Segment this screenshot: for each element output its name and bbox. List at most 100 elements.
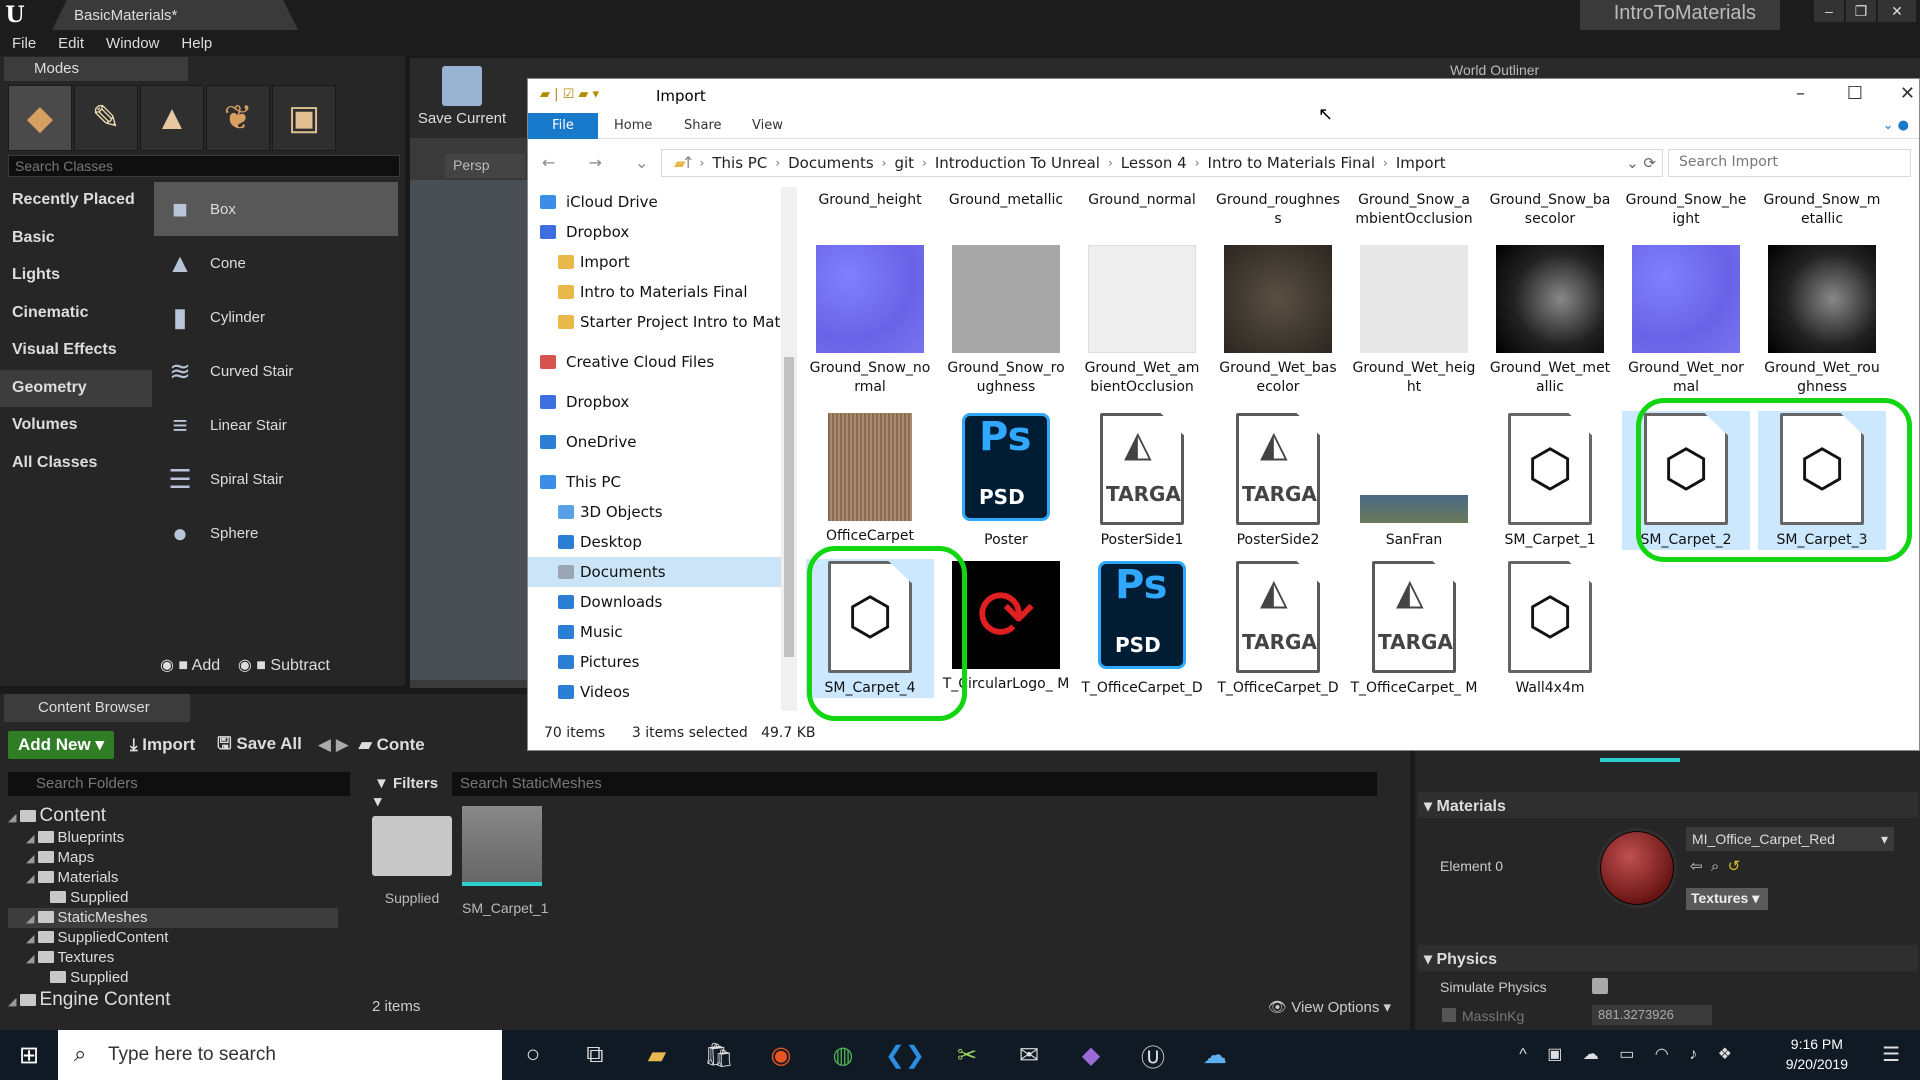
file-item[interactable]: ◭ TARGA PosterSide2 xyxy=(1214,411,1342,550)
geometry-edit-mode-icon[interactable]: ▣ xyxy=(272,85,336,151)
nav-item[interactable]: Import xyxy=(528,247,781,277)
category-geometry[interactable]: Geometry xyxy=(0,369,152,407)
textures-button[interactable]: Textures ▾ xyxy=(1686,888,1768,910)
search-folders-input[interactable]: Search Folders xyxy=(8,772,350,796)
file-item[interactable]: ◭ TARGA T_OfficeCarpet_ M xyxy=(1350,559,1478,698)
quick-access-toolbar-icon[interactable]: ▰ | ☑ ▰ ▾ xyxy=(540,87,599,102)
file-item[interactable]: Ground_Snow_he ight xyxy=(1622,191,1750,229)
path-segment[interactable]: This PC xyxy=(712,154,767,172)
explorer-search-input[interactable]: Search Import xyxy=(1668,149,1911,177)
category-volumes[interactable]: Volumes xyxy=(0,407,152,445)
asset-sm-carpet-1[interactable]: SM_Carpet_1 xyxy=(462,806,548,916)
task-view-icon[interactable]: ⧉ xyxy=(564,1041,626,1069)
tree-folder[interactable]: ◢ Blueprints xyxy=(8,828,338,848)
item-cone[interactable]: ▲ Cone xyxy=(154,236,398,290)
file-item[interactable]: Ground_Wet_nor mal xyxy=(1622,243,1750,397)
tree-folder[interactable]: Supplied xyxy=(8,968,338,988)
ribbon-home-tab[interactable]: Home xyxy=(614,118,652,133)
nav-item[interactable]: This PC xyxy=(528,467,781,497)
nav-item[interactable]: Creative Cloud Files xyxy=(528,347,781,377)
level-tab[interactable]: BasicMaterials* xyxy=(52,0,298,30)
mass-override-checkbox[interactable] xyxy=(1442,1008,1456,1022)
materials-section-header[interactable]: ▾ Materials xyxy=(1418,792,1918,818)
material-thumbnail[interactable] xyxy=(1597,828,1677,908)
path-segment[interactable]: Lesson 4 xyxy=(1121,154,1187,172)
cloud-app-icon[interactable]: ☁ xyxy=(1184,1041,1246,1070)
taskbar-search[interactable]: ⌕ Type here to search xyxy=(58,1030,502,1080)
nav-item[interactable]: Desktop xyxy=(528,527,781,557)
filters-button[interactable]: ▼ Filters ▾ xyxy=(368,772,446,810)
item-box[interactable]: ■ Box xyxy=(154,182,398,236)
nav-item[interactable]: Pictures xyxy=(528,647,781,677)
scrollbar-thumb[interactable] xyxy=(784,357,794,657)
item-curved-stair[interactable]: ≋ Curved Stair xyxy=(154,344,398,398)
file-item[interactable]: Ps PSD Poster xyxy=(942,411,1070,550)
file-item[interactable]: Ground_Wet_bas ecolor xyxy=(1214,243,1342,397)
file-item[interactable]: Ground_height xyxy=(806,191,934,210)
nav-item[interactable]: iCloud Drive xyxy=(528,187,781,217)
path-root[interactable]: ▰ Conte xyxy=(359,735,425,755)
ribbon-view-tab[interactable]: View xyxy=(752,118,783,133)
add-radio[interactable]: ◉ ■ xyxy=(160,657,192,674)
search-classes-input[interactable]: Search Classes xyxy=(8,155,400,177)
menu-help[interactable]: Help xyxy=(181,35,212,52)
tree-folder[interactable]: ◢ Content xyxy=(8,804,338,828)
nav-item[interactable]: OneDrive xyxy=(528,427,781,457)
tree-folder[interactable]: ◢ Textures xyxy=(8,948,338,968)
content-browser-tab[interactable]: Content Browser xyxy=(4,694,190,722)
foliage-mode-icon[interactable]: ❦ xyxy=(206,85,270,151)
file-item[interactable]: Ground_Snow_ro ughness xyxy=(942,243,1070,397)
category-lights[interactable]: Lights xyxy=(0,257,152,295)
menu-file[interactable]: File xyxy=(12,35,36,52)
history-arrows-icon[interactable]: ◀ ▶ xyxy=(318,735,349,755)
path-segment[interactable]: git xyxy=(894,154,914,172)
ubuntu-icon[interactable]: ◉ xyxy=(750,1041,812,1070)
category-basic[interactable]: Basic xyxy=(0,220,152,258)
file-item[interactable]: Ground_Wet_am bientOcclusion xyxy=(1078,243,1206,397)
nav-item[interactable]: OS (C:) xyxy=(528,707,781,711)
file-item[interactable]: OfficeCarpet xyxy=(806,411,934,546)
menu-edit[interactable]: Edit xyxy=(58,35,84,52)
nav-item[interactable]: 3D Objects xyxy=(528,497,781,527)
minimize-icon[interactable]: – xyxy=(1814,0,1844,22)
paint-mode-icon[interactable]: ✎ xyxy=(74,85,138,151)
ribbon-share-tab[interactable]: Share xyxy=(684,118,722,133)
subtract-radio[interactable]: ◉ ■ xyxy=(238,657,271,674)
perspective-button[interactable]: Persp xyxy=(445,154,525,178)
nav-item[interactable]: Downloads xyxy=(528,587,781,617)
item-spiral-stair[interactable]: ☰ Spiral Stair xyxy=(154,452,398,506)
navigation-scrollbar[interactable] xyxy=(781,187,797,711)
file-item[interactable]: Ground_normal xyxy=(1078,191,1206,210)
reset-icon[interactable]: ↺ xyxy=(1728,858,1741,875)
file-item[interactable]: ⬡ SM_Carpet_1 xyxy=(1486,411,1614,550)
nav-item[interactable]: Dropbox xyxy=(528,387,781,417)
save-current-button[interactable]: Save Current xyxy=(412,62,512,134)
tree-folder[interactable]: Supplied xyxy=(8,888,338,908)
explorer-minimize-icon[interactable]: – xyxy=(1796,83,1805,104)
windows-start-icon[interactable]: ⊞ xyxy=(0,1041,58,1070)
tree-folder[interactable]: ◢ SuppliedContent xyxy=(8,928,338,948)
notifications-icon[interactable]: ☰ xyxy=(1882,1042,1900,1067)
git-client-icon[interactable]: ◆ xyxy=(1060,1041,1122,1070)
file-item[interactable]: Ground_Wet_met allic xyxy=(1486,243,1614,397)
chrome-icon[interactable]: ◍ xyxy=(812,1041,874,1070)
physics-section-header[interactable]: ▾ Physics xyxy=(1418,945,1918,971)
category-cinematic[interactable]: Cinematic xyxy=(0,295,152,333)
nav-item[interactable]: Starter Project Intro to Mate xyxy=(528,307,781,337)
help-icon[interactable]: ⌄ ● xyxy=(1883,118,1909,133)
path-dropdown-icon[interactable]: ⌄ ⟳ xyxy=(1626,154,1662,172)
simulate-physics-checkbox[interactable] xyxy=(1592,978,1608,994)
category-visual-effects[interactable]: Visual Effects xyxy=(0,332,152,370)
mass-value-field[interactable]: 881.3273926 xyxy=(1592,1005,1712,1025)
store-icon[interactable]: 🛍 xyxy=(688,1041,750,1070)
file-item[interactable]: Ground_metallic xyxy=(942,191,1070,210)
item-sphere[interactable]: ● Sphere xyxy=(154,506,398,560)
nav-item[interactable]: Documents xyxy=(528,557,781,587)
tree-folder[interactable]: ◢ StaticMeshes xyxy=(8,908,338,928)
maximize-icon[interactable]: ❐ xyxy=(1846,0,1876,22)
modes-tab[interactable]: Modes xyxy=(4,57,188,81)
nav-item[interactable]: Music xyxy=(528,617,781,647)
path-segment[interactable]: Import xyxy=(1396,154,1446,172)
explorer-close-icon[interactable]: ✕ xyxy=(1900,83,1915,104)
file-item[interactable]: Ground_Snow_no rmal xyxy=(806,243,934,397)
